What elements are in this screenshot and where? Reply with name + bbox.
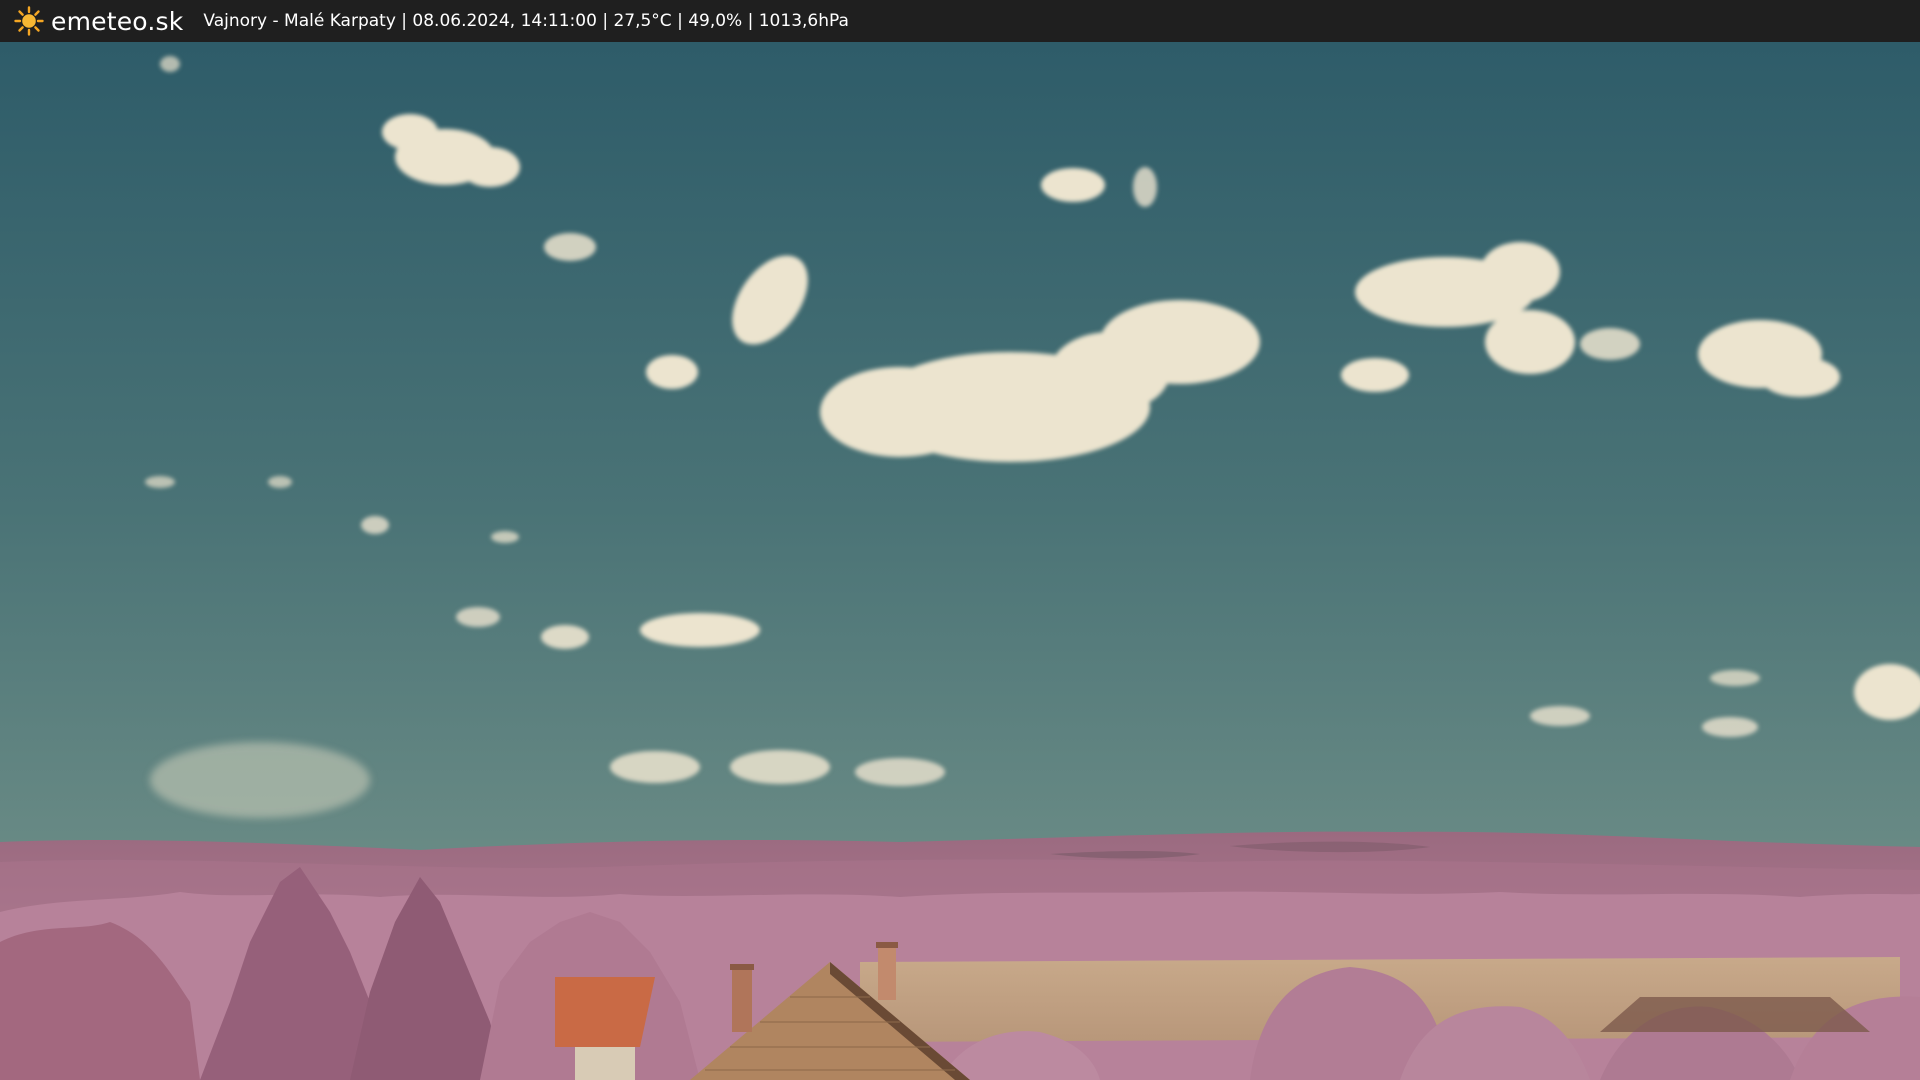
webcam-caption: Vajnory - Malé Karpaty | 08.06.2024, 14:… xyxy=(203,11,849,31)
brand-name: emeteo.sk xyxy=(51,6,184,36)
webcam-image xyxy=(0,42,1920,1080)
emeteo-logo-link[interactable]: emeteo.sk xyxy=(14,0,183,42)
sun-icon xyxy=(14,6,44,36)
top-bar: emeteo.sk Vajnory - Malé Karpaty | 08.06… xyxy=(0,0,1920,42)
